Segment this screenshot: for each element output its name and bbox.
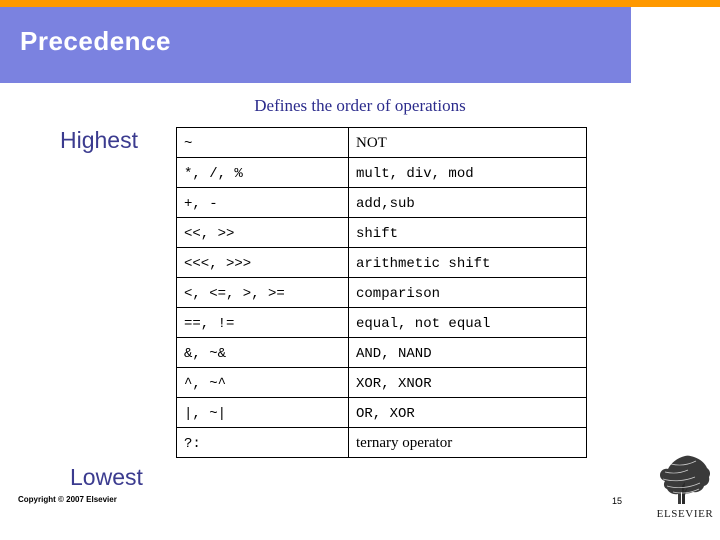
operator-cell: ^, ~^ [176, 367, 349, 398]
description-text: arithmetic shift [356, 255, 491, 272]
description-text: equal, not equal [356, 315, 491, 332]
slide-subtitle: Defines the order of operations [254, 96, 466, 115]
operator-cell: ?: [176, 427, 349, 458]
operator-text: ~ [184, 135, 193, 152]
operator-cell: ~ [176, 127, 349, 158]
operator-cell: <<<, >>> [176, 247, 349, 278]
operator-text: *, /, % [184, 165, 243, 182]
description-text: NOT [356, 134, 387, 151]
operator-cell: <<, >> [176, 217, 349, 248]
slide-number: 15 [612, 496, 623, 506]
operator-text: ?: [184, 435, 201, 452]
table-row: ^, ~^ XOR, XNOR [176, 367, 587, 398]
description-cell: AND, NAND [348, 337, 587, 368]
elsevier-tree-icon [660, 455, 711, 504]
precedence-table: ~ NOT *, /, % mult, div, mod +, - add,sub <<, … [176, 127, 587, 458]
table-row: <, <=, >, >= comparison [176, 277, 587, 308]
label-lowest-precedence: Lowest [70, 464, 143, 490]
operator-text: ==, != [184, 315, 235, 332]
elsevier-logo: ELSEVIER [655, 452, 715, 534]
title-banner-gap [631, 7, 720, 83]
table-row: |, ~| OR, XOR [176, 397, 587, 428]
description-text: AND, NAND [356, 345, 432, 362]
description-cell: XOR, XNOR [348, 367, 587, 398]
table-row: ==, != equal, not equal [176, 307, 587, 338]
copyright-notice: Copyright © 2007 Elsevier [18, 495, 117, 504]
label-highest-precedence: Highest [60, 127, 138, 153]
top-accent-bar [0, 0, 720, 7]
description-cell: OR, XOR [348, 397, 587, 428]
page-title: Precedence [20, 26, 171, 56]
description-cell: shift [348, 217, 587, 248]
table-row: ~ NOT [176, 127, 587, 158]
description-text: shift [356, 225, 399, 242]
operator-text: &, ~& [184, 345, 227, 362]
operator-text: +, - [184, 195, 218, 212]
operator-cell: |, ~| [176, 397, 349, 428]
table-row: &, ~& AND, NAND [176, 337, 587, 368]
description-text: comparison [356, 285, 441, 302]
description-text: ternary operator [356, 434, 453, 451]
description-cell: NOT [348, 127, 587, 158]
operator-cell: &, ~& [176, 337, 349, 368]
operator-text: <, <=, >, >= [184, 285, 285, 302]
table-row: ?: ternary operator [176, 427, 587, 458]
description-cell: equal, not equal [348, 307, 587, 338]
table-row: <<, >> shift [176, 217, 587, 248]
description-text: XOR, XNOR [356, 375, 432, 392]
operator-cell: ==, != [176, 307, 349, 338]
description-cell: ternary operator [348, 427, 587, 458]
operator-text: |, ~| [184, 405, 227, 422]
description-text: add,sub [356, 195, 415, 212]
description-cell: comparison [348, 277, 587, 308]
table-row: *, /, % mult, div, mod [176, 157, 587, 188]
table-row: +, - add,sub [176, 187, 587, 218]
operator-text: <<, >> [184, 225, 235, 242]
table-row: <<<, >>> arithmetic shift [176, 247, 587, 278]
precedence-table-body: ~ NOT *, /, % mult, div, mod +, - add,sub <<, … [176, 127, 587, 458]
operator-cell: *, /, % [176, 157, 349, 188]
description-cell: add,sub [348, 187, 587, 218]
operator-text: ^, ~^ [184, 375, 227, 392]
description-cell: mult, div, mod [348, 157, 587, 188]
description-text: OR, XOR [356, 405, 415, 422]
operator-cell: +, - [176, 187, 349, 218]
description-text: mult, div, mod [356, 165, 474, 182]
description-cell: arithmetic shift [348, 247, 587, 278]
operator-text: <<<, >>> [184, 255, 252, 272]
operator-cell: <, <=, >, >= [176, 277, 349, 308]
elsevier-wordmark: ELSEVIER [656, 508, 714, 520]
